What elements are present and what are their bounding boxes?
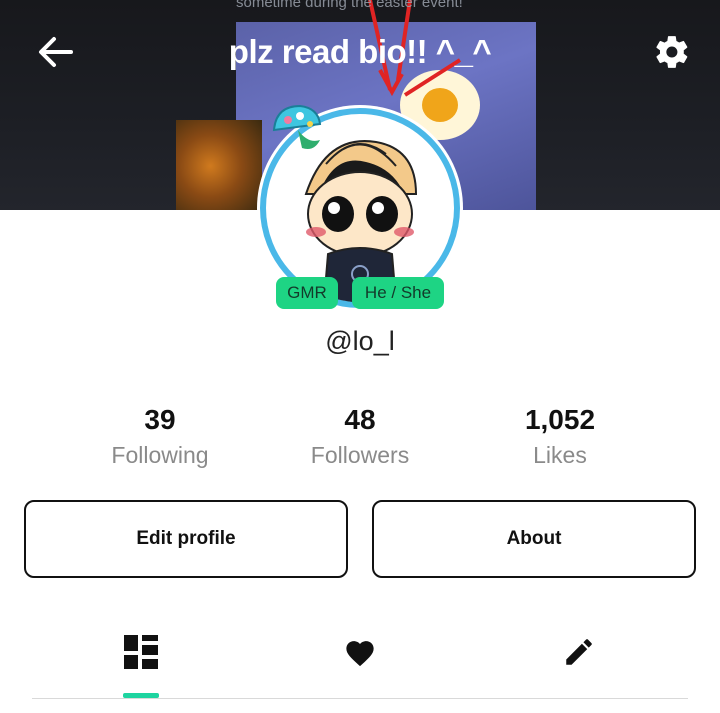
gear-icon <box>656 36 688 68</box>
following-count: 39 <box>144 404 176 435</box>
following-stat[interactable]: 39 Following <box>60 402 260 472</box>
username: @lo_l <box>325 326 395 356</box>
banner-caption: sometime during the easter event! <box>236 0 463 11</box>
banner-image-food <box>176 120 262 210</box>
tab-divider <box>32 698 688 699</box>
pencil-icon <box>566 639 592 665</box>
followers-count: 48 <box>344 404 376 435</box>
tab-likes[interactable] <box>330 622 390 682</box>
heart-icon <box>346 641 374 667</box>
likes-stat[interactable]: 1,052 Likes <box>460 402 660 472</box>
followers-label: Followers <box>310 442 410 468</box>
avatar-frame-decoration <box>272 104 322 149</box>
page-title: plz read bio!! ^_^ <box>228 33 492 70</box>
grid-layout-icon <box>124 635 158 669</box>
role-badge: GMR <box>276 277 338 309</box>
pronoun-badge: He / She <box>352 277 444 309</box>
about-button[interactable]: About <box>372 500 696 578</box>
tab-posts[interactable] <box>111 622 171 682</box>
tab-drafts[interactable] <box>549 622 609 682</box>
followers-stat[interactable]: 48 Followers <box>260 402 460 472</box>
likes-count: 1,052 <box>524 404 596 435</box>
profile-page: sometime during the easter event! plz re… <box>0 0 720 713</box>
following-label: Following <box>111 442 209 468</box>
likes-label: Likes <box>533 442 587 468</box>
settings-button[interactable] <box>650 30 694 74</box>
edit-profile-button[interactable]: Edit profile <box>24 500 348 578</box>
